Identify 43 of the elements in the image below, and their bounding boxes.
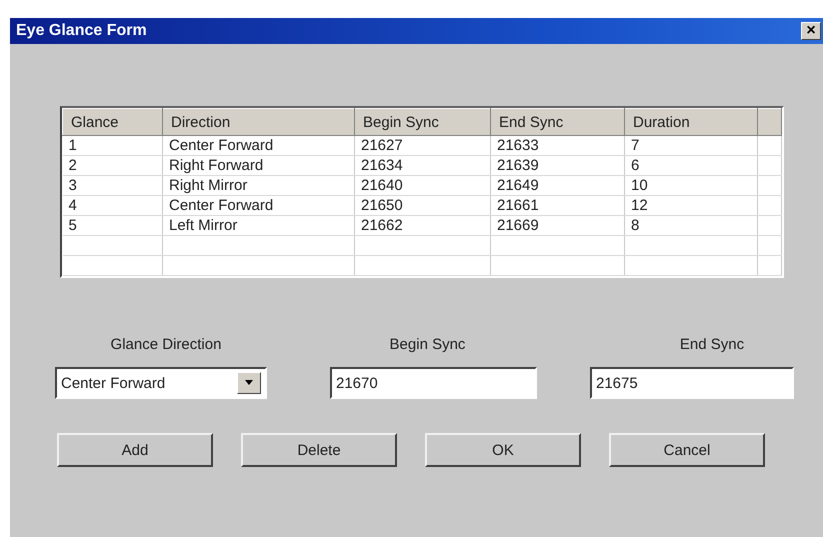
sync-input-field[interactable]: 21675 — [590, 367, 794, 399]
table-cell: 21661 — [490, 196, 624, 216]
column-header[interactable]: Begin Sync — [354, 108, 490, 136]
table-cell: 21640 — [354, 176, 490, 196]
table-cell: 21650 — [354, 196, 490, 216]
table-cell: 5 — [62, 216, 162, 236]
table-cell: 1 — [62, 136, 162, 156]
table-cell: 8 — [624, 216, 758, 236]
column-header[interactable] — [758, 108, 782, 136]
table-cell: 2 — [62, 156, 162, 176]
field-label: Glance Direction — [110, 336, 222, 353]
table-cell: Center Forward — [162, 136, 354, 156]
form-button[interactable]: Add — [57, 433, 213, 467]
column-header[interactable]: Glance — [62, 108, 162, 136]
table-cell: 21634 — [354, 156, 490, 176]
table-cell: 10 — [624, 176, 758, 196]
table-cell: 21633 — [490, 136, 624, 156]
column-header[interactable]: Duration — [624, 108, 758, 136]
table-cell: 21669 — [490, 216, 624, 236]
table-cell: 12 — [624, 196, 758, 216]
table-cell: 21627 — [354, 136, 490, 156]
field-label: End Sync — [678, 336, 746, 353]
sync-input-field[interactable]: 21670 — [330, 367, 537, 399]
table-cell: 21639 — [490, 156, 624, 176]
close-button[interactable]: × — [801, 22, 821, 40]
table-cell: 4 — [62, 196, 162, 216]
field-label: Begin Sync — [388, 336, 466, 353]
table-cell: 21649 — [490, 176, 624, 196]
table-cell: Center Forward — [162, 196, 354, 216]
table-cell: Right Forward — [162, 156, 354, 176]
column-header[interactable]: Direction — [162, 108, 354, 136]
form-button[interactable]: Delete — [241, 433, 397, 467]
table-cell: Left Mirror — [162, 216, 354, 236]
table-cell: 3 — [62, 176, 162, 196]
column-header[interactable]: End Sync — [490, 108, 624, 136]
table-cell: 21662 — [354, 216, 490, 236]
form-button[interactable]: OK — [425, 433, 581, 467]
table-cell: 6 — [624, 156, 758, 176]
direction-dropdown[interactable]: Center Forward — [55, 367, 267, 399]
window-title: Eye Glance Form — [16, 22, 147, 40]
form-button[interactable]: Cancel — [609, 433, 765, 467]
table-cell: 7 — [624, 136, 758, 156]
table-cell: Right Mirror — [162, 176, 354, 196]
